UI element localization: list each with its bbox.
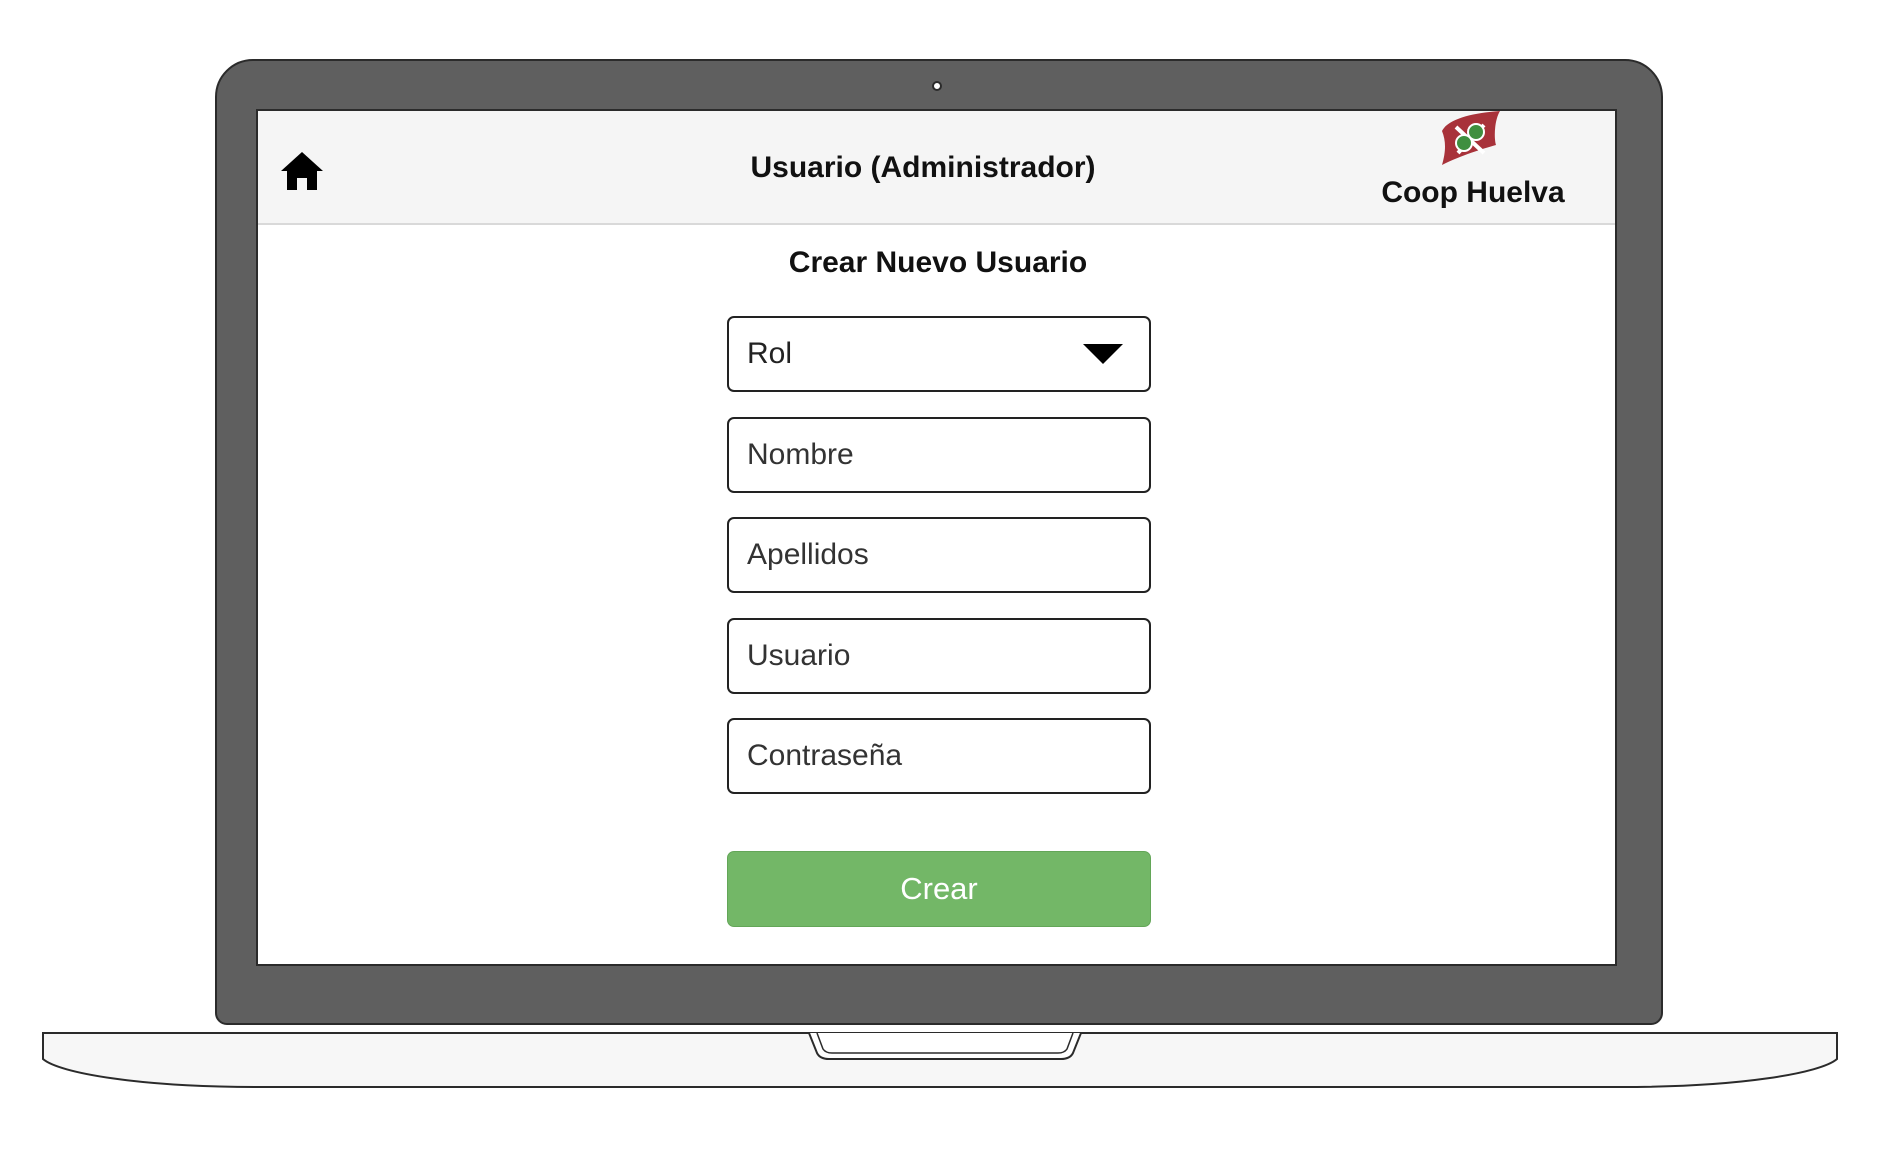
password-input[interactable]: [727, 718, 1151, 794]
caret-down-icon: [1083, 344, 1123, 364]
role-select[interactable]: Rol: [727, 316, 1151, 392]
page-title: Usuario (Administrador): [750, 151, 1096, 184]
brand-name: Coop Huelva: [1381, 176, 1565, 209]
home-icon: [281, 152, 323, 190]
app-screen: Usuario (Administrador) Coop Huelva Crea…: [256, 109, 1617, 966]
laptop-mockup: Usuario (Administrador) Coop Huelva Crea…: [0, 0, 1887, 1157]
create-button[interactable]: Crear: [727, 851, 1151, 927]
laptop-base: [42, 1032, 1838, 1088]
app-header: Usuario (Administrador) Coop Huelva: [258, 111, 1615, 225]
role-select-value: Rol: [747, 337, 793, 370]
apellidos-input[interactable]: [727, 517, 1151, 593]
home-button[interactable]: [278, 149, 326, 193]
nombre-input[interactable]: [727, 417, 1151, 493]
camera-icon: [932, 81, 942, 91]
coop-huelva-logo-icon: [1438, 111, 1502, 165]
form-title: Crear Nuevo Usuario: [788, 246, 1088, 279]
usuario-input[interactable]: [727, 618, 1151, 694]
